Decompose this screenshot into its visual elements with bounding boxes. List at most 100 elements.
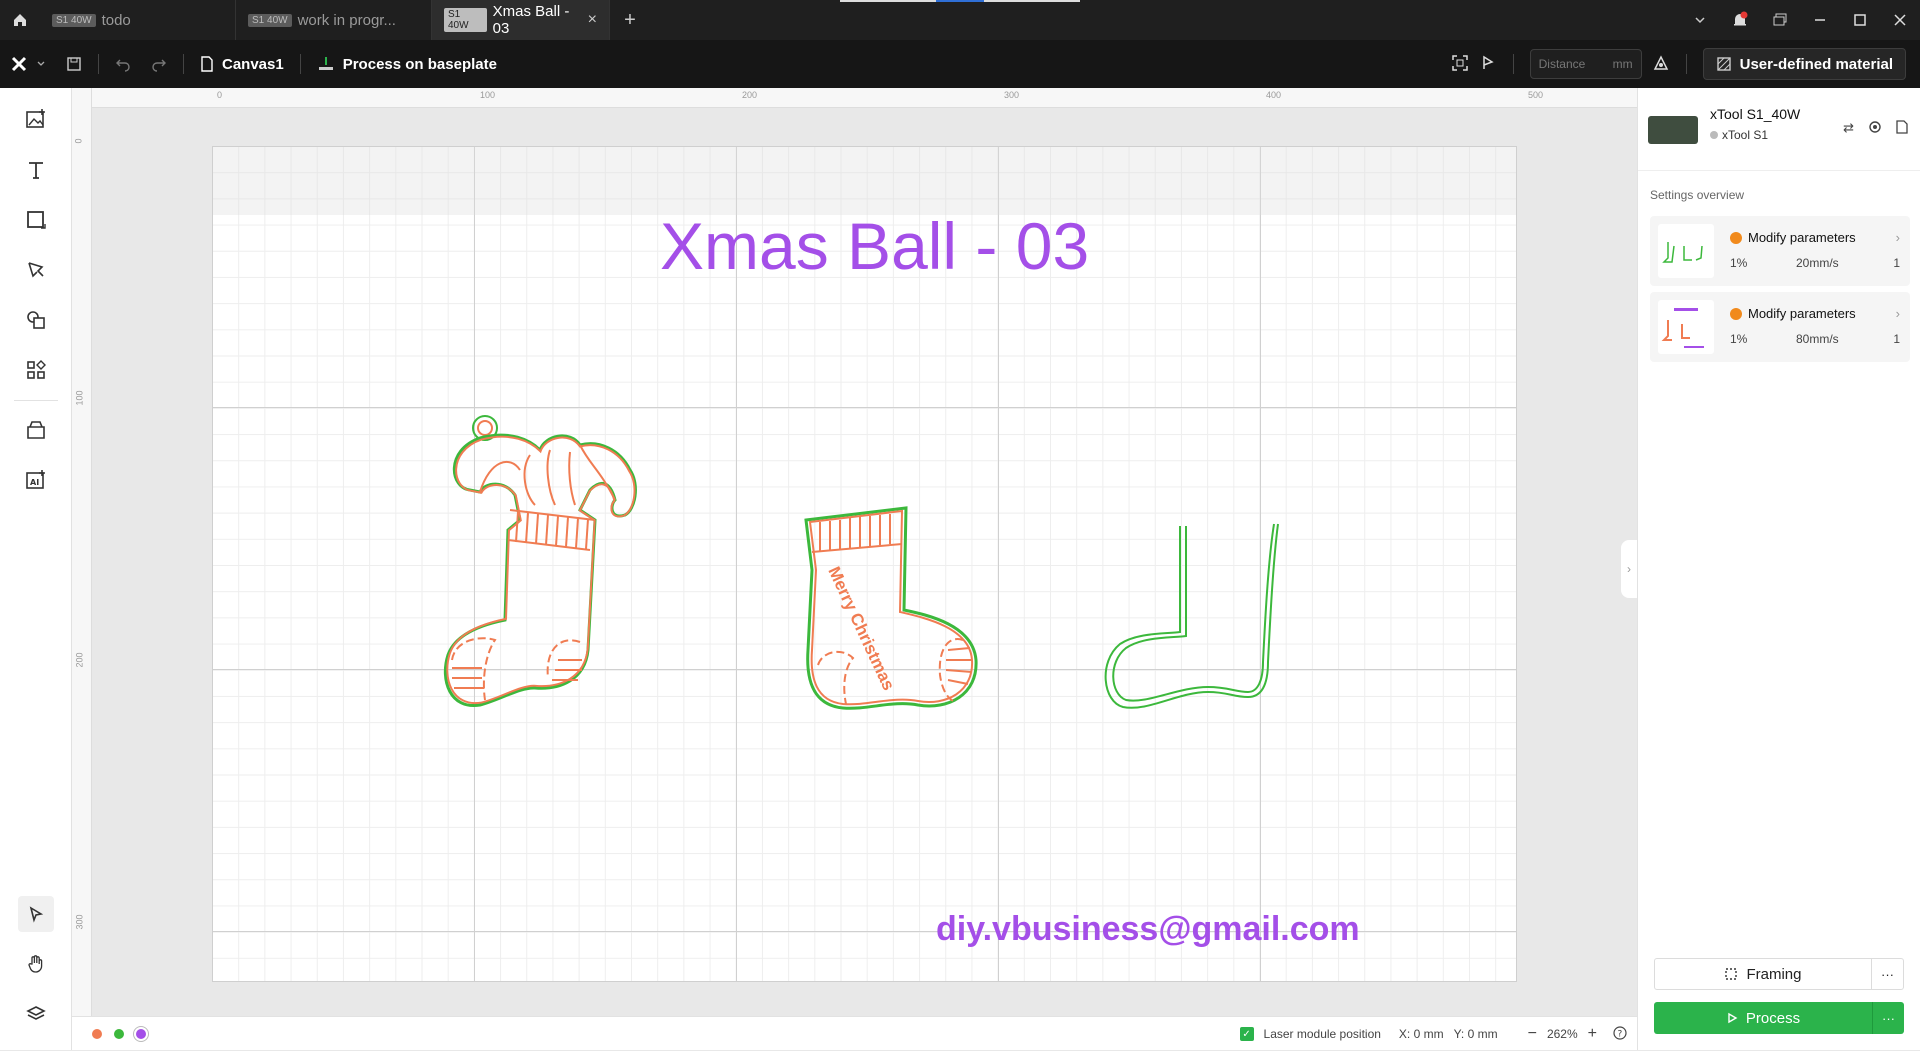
- ruler-tick: 100: [74, 390, 85, 406]
- settings-card[interactable]: Modify parameters 1% 20mm/s 1 ›: [1650, 216, 1910, 286]
- measure-icon[interactable]: [1652, 54, 1670, 75]
- right-panel: xTool S1_40W xTool S1 ⇄ Settings overvie…: [1637, 88, 1920, 1050]
- purple-layer-dot[interactable]: [136, 1028, 146, 1039]
- ruler-tick: 200: [742, 90, 758, 100]
- notification-bell-icon[interactable]: [1720, 0, 1760, 40]
- laser-position-checkbox[interactable]: ✓: [1239, 1027, 1254, 1041]
- tab-xmas-ball[interactable]: S1 40W Xmas Ball - 03 ×: [432, 0, 610, 40]
- layer-color-dots: [92, 1028, 146, 1039]
- layers-icon[interactable]: [18, 996, 54, 1032]
- device-actions: ⇄: [1843, 120, 1908, 137]
- zoom-in-button[interactable]: +: [1588, 1025, 1597, 1043]
- tab-work-in-progress[interactable]: S1 40W work in progr...: [236, 0, 432, 40]
- canvas-name: Canvas1: [222, 55, 284, 73]
- tab-badge: S1 40W: [248, 13, 292, 27]
- ai-tool-icon[interactable]: AI: [18, 462, 54, 498]
- device-model-label: xTool S1: [1722, 128, 1769, 142]
- framing-label: Framing: [1746, 965, 1802, 983]
- select-tool-icon[interactable]: [18, 896, 54, 932]
- framing-more-button[interactable]: ···: [1871, 959, 1903, 989]
- close-window-icon[interactable]: [1880, 0, 1920, 40]
- framing-button[interactable]: Framing: [1655, 966, 1871, 983]
- tab-badge: S1 40W: [52, 13, 96, 27]
- apps-tool-icon[interactable]: [18, 352, 54, 388]
- add-tab-icon[interactable]: +: [610, 0, 650, 40]
- hand-tool-icon[interactable]: [18, 946, 54, 982]
- settings-card-thumbnail: [1658, 300, 1714, 354]
- zoom-level: 262%: [1546, 1027, 1578, 1041]
- collapse-panel-handle[interactable]: ›: [1621, 540, 1637, 598]
- device-image: [1648, 116, 1698, 144]
- fit-canvas-icon[interactable]: [1451, 54, 1469, 75]
- power-value: 1%: [1730, 332, 1748, 346]
- windows-icon[interactable]: [1760, 0, 1800, 40]
- tab-todo[interactable]: S1 40W todo: [40, 0, 236, 40]
- chevron-right-icon: ›: [1895, 306, 1900, 321]
- device-model: xTool S1: [1710, 128, 1800, 142]
- path-preview-icon[interactable]: [1479, 54, 1497, 75]
- window-controls: [1680, 0, 1920, 40]
- framing-icon: [1725, 968, 1738, 980]
- ruler-tick: 0: [217, 90, 223, 100]
- ruler-tick: 400: [1266, 90, 1282, 100]
- process-mode-selector[interactable]: Process on baseplate: [307, 55, 507, 73]
- project-library-icon[interactable]: [18, 412, 54, 448]
- power-value: 1%: [1730, 256, 1748, 270]
- play-icon: [1728, 1012, 1738, 1024]
- distance-placeholder: Distance: [1538, 57, 1586, 71]
- process-more-button[interactable]: ···: [1872, 1002, 1904, 1034]
- y-coordinate: Y: 0 mm: [1453, 1027, 1498, 1041]
- undo-button[interactable]: [105, 56, 141, 72]
- distance-unit: mm: [1612, 57, 1633, 71]
- redo-icon: [152, 59, 166, 72]
- process-label: Process: [1745, 1009, 1801, 1027]
- help-icon[interactable]: ?: [1613, 1025, 1627, 1043]
- home-icon[interactable]: [0, 0, 40, 40]
- stocking-outline[interactable]: [1098, 522, 1288, 717]
- device-file-icon[interactable]: [1896, 120, 1908, 137]
- process-button[interactable]: Process: [1654, 1010, 1872, 1027]
- app-menu-button[interactable]: [0, 55, 56, 73]
- chevron-down-icon[interactable]: [1680, 0, 1720, 40]
- pen-tool-icon[interactable]: [18, 252, 54, 288]
- settings-card-label: Modify parameters: [1748, 230, 1856, 245]
- passes-value: 1: [1893, 256, 1900, 270]
- ruler-tick: 500: [1528, 90, 1544, 100]
- settings-card[interactable]: Modify parameters 1% 80mm/s 1 ›: [1650, 292, 1910, 362]
- maximize-icon[interactable]: [1840, 0, 1880, 40]
- top-ruler: 0 100 200 300 400 500: [92, 88, 1637, 108]
- title-bar: S1 40W todo S1 40W work in progr... S1 4…: [0, 0, 1920, 40]
- ruler-tick: 300: [74, 914, 85, 930]
- footer-email-text[interactable]: diy.vbusiness@gmail.com: [936, 910, 1360, 949]
- text-tool-icon[interactable]: [18, 152, 54, 188]
- save-icon: [67, 57, 81, 71]
- elements-tool-icon[interactable]: [18, 302, 54, 338]
- design-title-text[interactable]: Xmas Ball - 03: [660, 208, 1089, 284]
- stocking-merry-christmas[interactable]: Merry Christmas: [798, 500, 988, 715]
- warning-icon: [1730, 307, 1742, 320]
- distance-input[interactable]: Distance mm: [1529, 49, 1642, 79]
- laser-position-label: Laser module position: [1263, 1027, 1381, 1041]
- loading-strip: [840, 0, 1080, 2]
- save-button[interactable]: [56, 56, 92, 72]
- canvas-selector[interactable]: Canvas1: [190, 56, 294, 73]
- minimize-icon[interactable]: [1800, 0, 1840, 40]
- shape-tool-icon[interactable]: [18, 202, 54, 238]
- device-info[interactable]: xTool S1_40W xTool S1: [1648, 106, 1800, 144]
- left-tool-bar: AI: [0, 88, 72, 1050]
- close-icon[interactable]: ×: [588, 11, 597, 29]
- stocking-with-candy-canes[interactable]: [440, 410, 690, 720]
- orange-layer-dot[interactable]: [92, 1028, 102, 1039]
- material-selector-button[interactable]: User-defined material: [1702, 48, 1906, 80]
- ruler-tick: 100: [480, 90, 496, 100]
- tab-label: work in progr...: [297, 11, 396, 29]
- device-settings-icon[interactable]: [1868, 120, 1882, 137]
- file-icon: [201, 56, 213, 72]
- speed-value: 80mm/s: [1796, 332, 1839, 346]
- switch-device-icon[interactable]: ⇄: [1843, 120, 1854, 137]
- green-layer-dot[interactable]: [114, 1028, 124, 1039]
- redo-button[interactable]: [141, 56, 177, 72]
- image-tool-icon[interactable]: [18, 101, 54, 137]
- svg-text:?: ?: [1618, 1029, 1623, 1039]
- zoom-out-button[interactable]: −: [1528, 1025, 1537, 1043]
